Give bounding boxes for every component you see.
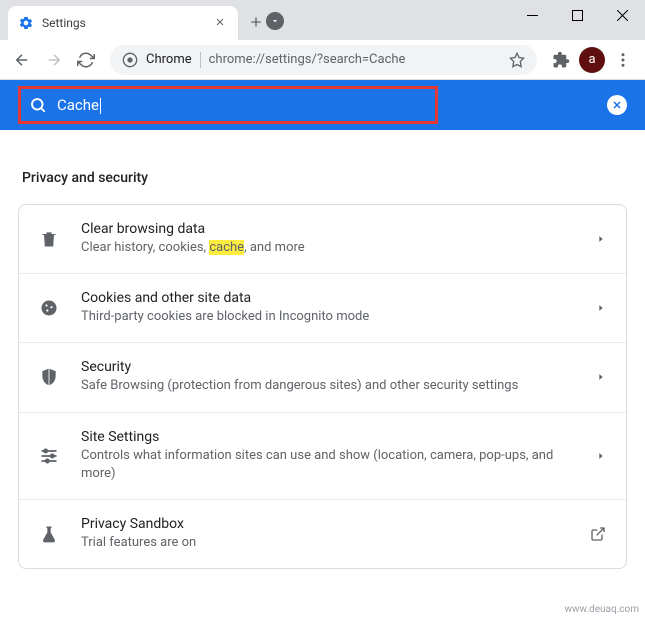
omnibox-origin: Chrome <box>146 52 192 67</box>
close-tab-icon[interactable] <box>214 16 228 30</box>
window-controls <box>510 0 645 30</box>
chevron-right-icon <box>596 234 606 244</box>
browser-titlebar: Settings <box>0 0 645 40</box>
row-site-settings[interactable]: Site Settings Controls what information … <box>19 413 626 500</box>
shield-icon <box>39 367 59 387</box>
row-text: Privacy Sandbox Trial features are on <box>81 516 568 552</box>
new-tab-button[interactable] <box>248 14 266 32</box>
row-text: Site Settings Controls what information … <box>81 429 574 483</box>
watermark: www.deuaq.com <box>565 604 640 615</box>
external-link-icon <box>590 526 606 542</box>
account-chevron-icon[interactable] <box>266 12 284 30</box>
omnibox-url: chrome://settings/?search=Cache <box>209 52 501 67</box>
row-text: Clear browsing data Clear history, cooki… <box>81 221 574 257</box>
section-heading: Privacy and security <box>22 170 623 186</box>
extensions-icon[interactable] <box>547 46 575 74</box>
search-query-text: Cache <box>57 96 101 114</box>
browser-toolbar: Chrome chrome://settings/?search=Cache a <box>0 40 645 80</box>
search-icon <box>29 96 47 114</box>
row-subtitle: Safe Browsing (protection from dangerous… <box>81 377 574 395</box>
site-info-icon[interactable] <box>122 52 138 68</box>
gear-icon <box>18 15 34 31</box>
reload-button[interactable] <box>72 46 100 74</box>
settings-card: Clear browsing data Clear history, cooki… <box>18 204 627 569</box>
maximize-button[interactable] <box>555 0 600 30</box>
row-title: Site Settings <box>81 429 574 445</box>
minimize-button[interactable] <box>510 0 555 30</box>
chevron-right-icon <box>596 303 606 313</box>
settings-content: Privacy and security Clear browsing data… <box>0 130 645 593</box>
row-subtitle: Trial features are on <box>81 534 568 552</box>
row-title: Cookies and other site data <box>81 290 574 306</box>
row-subtitle: Controls what information sites can use … <box>81 447 574 483</box>
row-title: Clear browsing data <box>81 221 574 237</box>
back-button[interactable] <box>8 46 36 74</box>
tune-icon <box>39 446 59 466</box>
settings-search-input[interactable]: Cache <box>18 86 438 124</box>
chevron-right-icon <box>596 372 606 382</box>
browser-tab[interactable]: Settings <box>8 6 238 40</box>
row-title: Privacy Sandbox <box>81 516 568 532</box>
omnibox-divider <box>200 52 201 68</box>
flask-icon <box>39 524 59 544</box>
cookie-icon <box>39 298 59 318</box>
row-title: Security <box>81 359 574 375</box>
row-text: Cookies and other site data Third-party … <box>81 290 574 326</box>
settings-search-bar: Cache <box>0 80 645 130</box>
tab-title: Settings <box>42 16 214 30</box>
address-bar[interactable]: Chrome chrome://settings/?search=Cache <box>110 45 537 75</box>
row-security[interactable]: Security Safe Browsing (protection from … <box>19 343 626 412</box>
row-clear-browsing-data[interactable]: Clear browsing data Clear history, cooki… <box>19 205 626 274</box>
clear-search-button[interactable] <box>607 95 627 115</box>
row-subtitle: Third-party cookies are blocked in Incog… <box>81 308 574 326</box>
row-subtitle: Clear history, cookies, cache, and more <box>81 239 574 257</box>
trash-icon <box>39 229 59 249</box>
row-cookies[interactable]: Cookies and other site data Third-party … <box>19 274 626 343</box>
row-privacy-sandbox[interactable]: Privacy Sandbox Trial features are on <box>19 500 626 568</box>
row-text: Security Safe Browsing (protection from … <box>81 359 574 395</box>
bookmark-star-icon[interactable] <box>509 52 525 68</box>
menu-icon[interactable] <box>609 46 637 74</box>
profile-avatar[interactable]: a <box>579 47 605 73</box>
close-window-button[interactable] <box>600 0 645 30</box>
forward-button[interactable] <box>40 46 68 74</box>
chevron-right-icon <box>596 451 606 461</box>
